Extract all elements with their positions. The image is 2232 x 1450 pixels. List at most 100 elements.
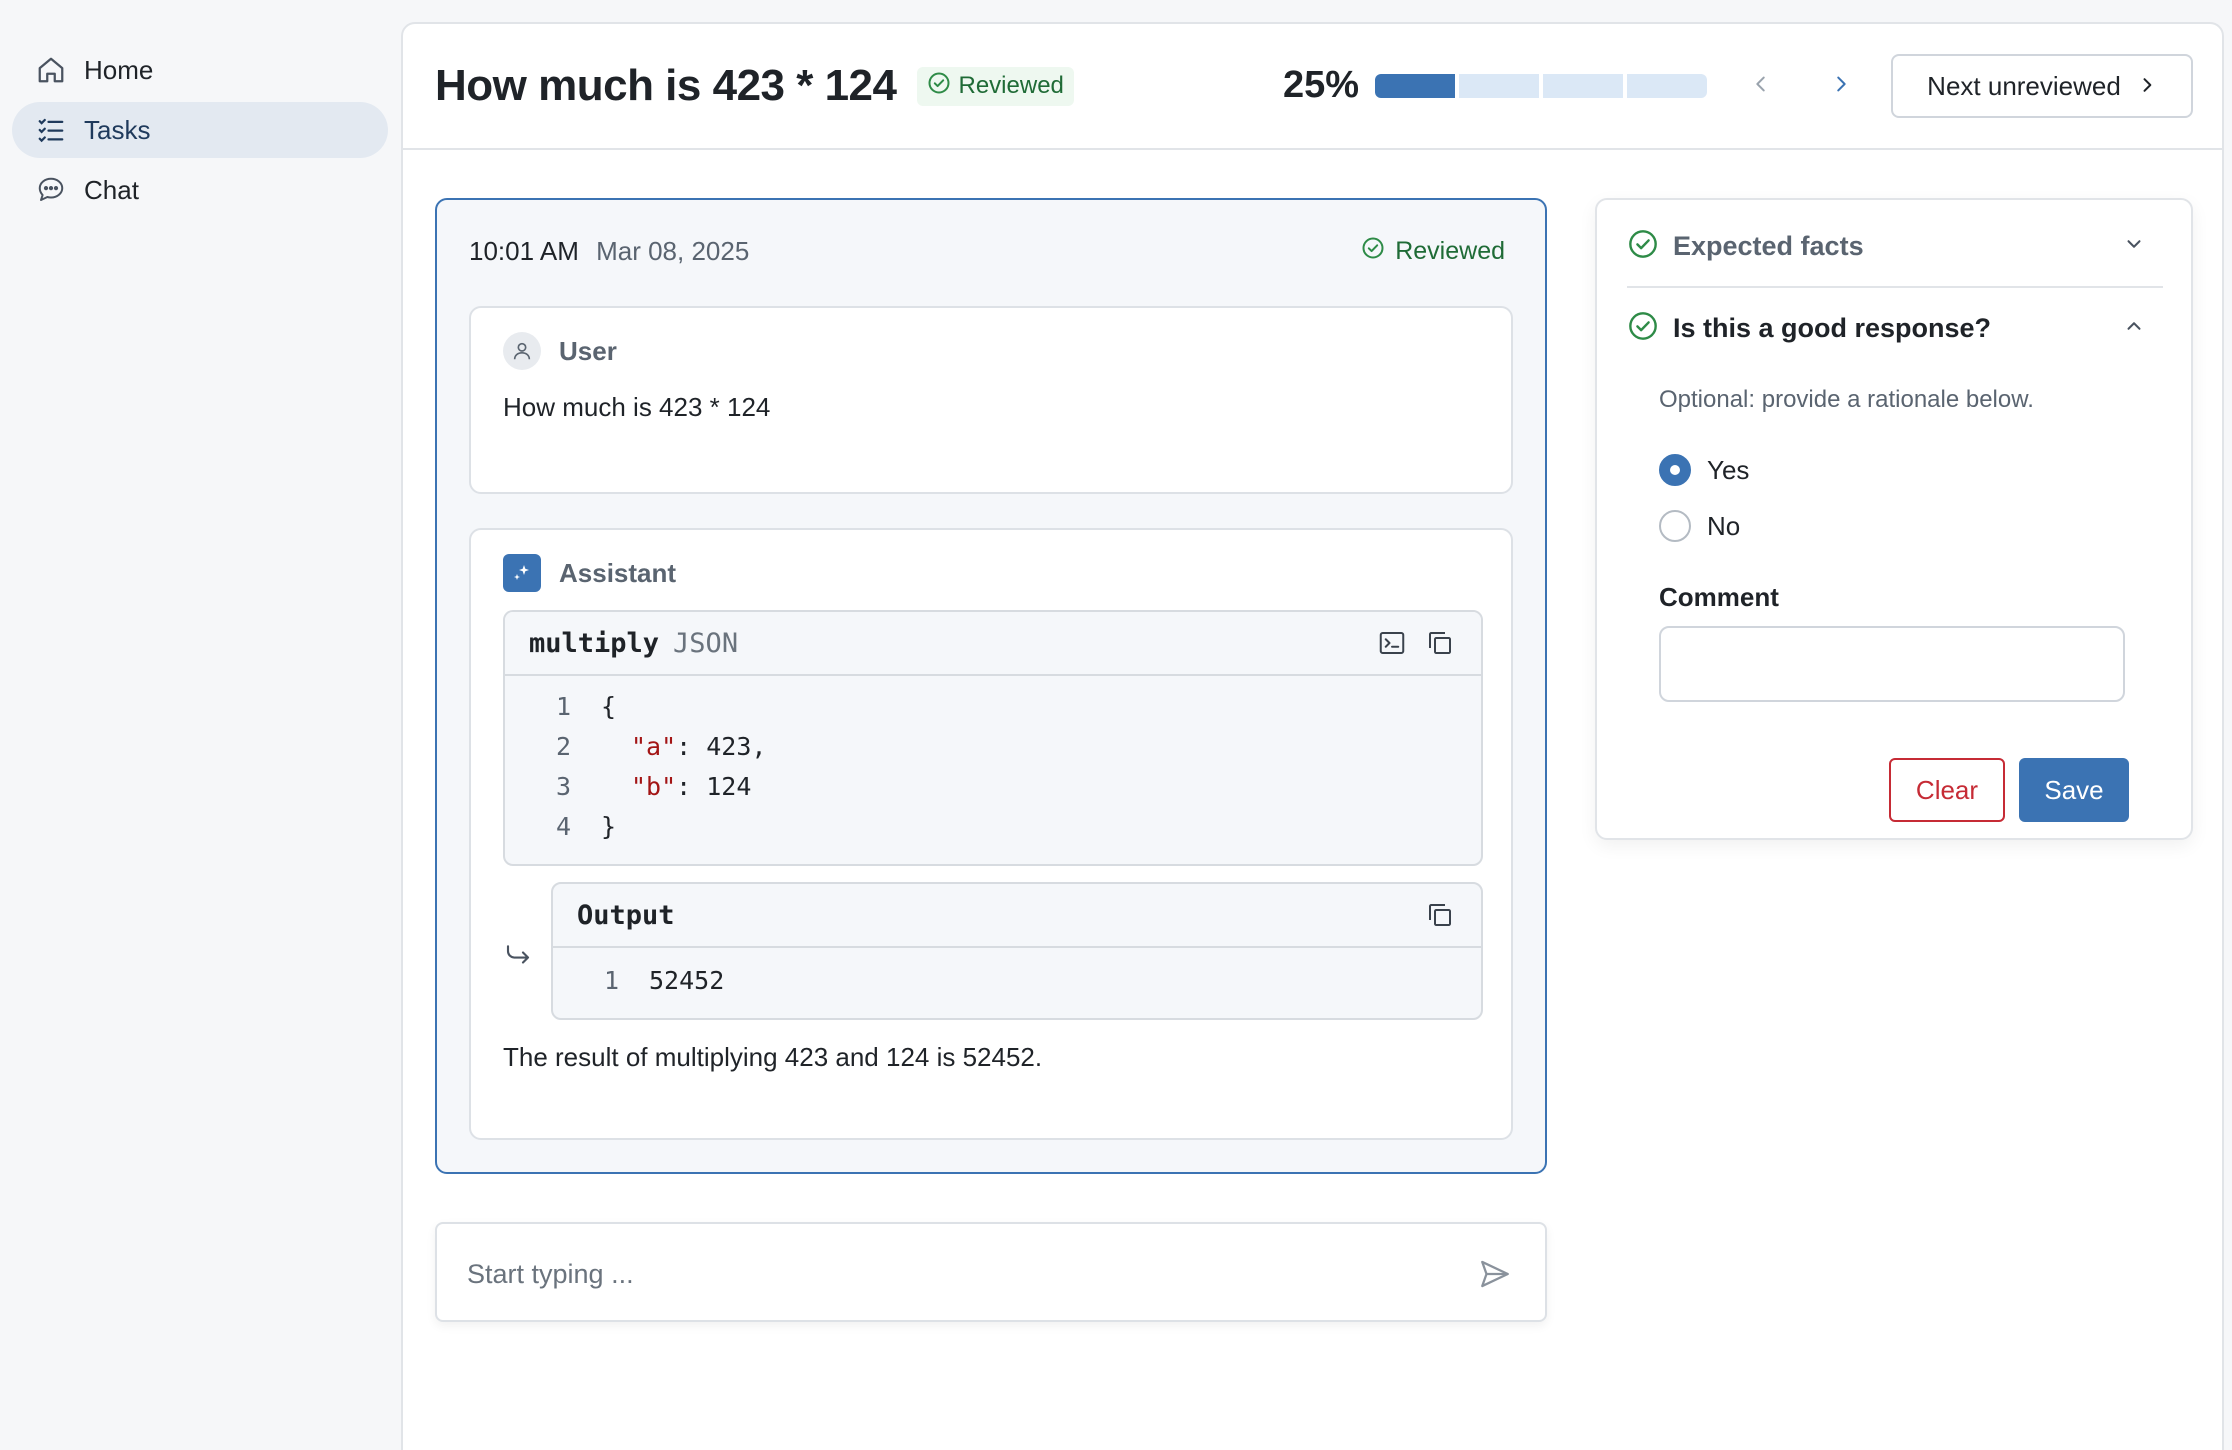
- progress-segment: [1627, 73, 1708, 98]
- assistant-message-text: The result of multiplying 423 and 124 is…: [503, 1042, 1043, 1072]
- accordion-expected-facts[interactable]: Expected facts: [1627, 206, 2163, 286]
- sparkle-icon: [503, 554, 541, 592]
- code-line: 4 }: [505, 806, 1481, 846]
- line-number: 3: [555, 771, 571, 801]
- send-icon[interactable]: [1475, 1254, 1515, 1294]
- return-arrow-icon: [503, 940, 533, 975]
- progress-segment: [1375, 73, 1456, 98]
- code-text: }: [601, 811, 617, 841]
- chevron-down-icon: [2123, 233, 2145, 260]
- user-message: User How much is 423 * 124: [469, 306, 1513, 494]
- chat-icon: [34, 173, 68, 207]
- radio-yes[interactable]: Yes: [1659, 454, 1749, 486]
- code-line: 1 {: [505, 686, 1481, 726]
- code-key: "b": [631, 771, 677, 801]
- check-circle-icon: [1361, 236, 1385, 267]
- good-response-title: Is this a good response?: [1673, 312, 1992, 343]
- code-line: 1 52452: [553, 960, 1481, 1000]
- rationale-hint: Optional: provide a rationale below.: [1659, 386, 2034, 413]
- task-header: How much is 423 * 124 Reviewed 25% Next …: [403, 24, 2222, 150]
- status-badge-label: Reviewed: [958, 72, 1064, 99]
- radio-label: No: [1707, 510, 1741, 541]
- sidebar-item-label: Home: [84, 54, 154, 85]
- user-role-header: User: [503, 332, 617, 370]
- chat-input-box: [435, 1222, 1547, 1322]
- status-badge: Reviewed: [916, 66, 1074, 106]
- conversation-timestamp: 10:01 AM Mar 08, 2025: [469, 236, 749, 267]
- radio-label: Yes: [1707, 454, 1750, 485]
- next-unreviewed-label: Next unreviewed: [1927, 70, 2121, 101]
- tool-name: multiply: [529, 627, 660, 659]
- home-icon: [34, 53, 68, 87]
- radio-no[interactable]: No: [1659, 510, 1740, 542]
- next-button[interactable]: [1821, 66, 1861, 106]
- main-panel: How much is 423 * 124 Reviewed 25% Next …: [401, 22, 2224, 1450]
- user-role-label: User: [559, 335, 617, 366]
- sidebar-item-label: Tasks: [84, 114, 151, 145]
- assistant-role-label: Assistant: [559, 557, 677, 588]
- line-number: 1: [603, 965, 619, 995]
- line-number: 1: [555, 691, 571, 721]
- terminal-icon[interactable]: [1375, 626, 1409, 660]
- chevron-right-icon: [2137, 71, 2157, 102]
- tool-call-header: multiply JSON: [505, 612, 1481, 676]
- progress-percent: 25%: [1283, 64, 1360, 106]
- conversation-card: 10:01 AM Mar 08, 2025 Reviewed User How …: [435, 198, 1547, 1174]
- tool-call-code: 1 { 2 "a" : 423, 3 "b" : 124 4}: [505, 676, 1481, 846]
- tool-output-header: Output: [553, 884, 1481, 948]
- sidebar-item-chat[interactable]: Chat: [12, 162, 388, 218]
- copy-icon[interactable]: [1423, 626, 1457, 660]
- clear-button[interactable]: Clear: [1889, 758, 2005, 822]
- assistant-role-header: Assistant: [503, 554, 676, 592]
- chevron-up-icon: [2123, 315, 2145, 342]
- user-message-text: How much is 423 * 124: [503, 392, 771, 422]
- next-unreviewed-button[interactable]: Next unreviewed: [1891, 54, 2193, 118]
- review-panel: Expected facts Is this a good response? …: [1595, 198, 2193, 840]
- tool-call-block: multiply JSON 1 {2 "a": 423, 3 "b": 1…: [503, 610, 1483, 866]
- check-circle-icon: [1627, 228, 1659, 265]
- code-value: : 423,: [676, 731, 767, 761]
- code-line: 2 "a" : 423,: [505, 726, 1481, 766]
- user-avatar-icon: [503, 332, 541, 370]
- code-text: 52452: [649, 965, 725, 995]
- conversation-date: Mar 08, 2025: [596, 236, 750, 266]
- sidebar-item-home[interactable]: Home: [12, 42, 388, 98]
- check-circle-icon: [927, 71, 951, 102]
- check-circle-icon: [1627, 310, 1659, 347]
- chat-input[interactable]: [467, 1252, 1427, 1296]
- page-title: How much is 423 * 124: [435, 61, 897, 110]
- progress-segment: [1459, 73, 1540, 98]
- sidebar: Home Tasks Chat: [0, 0, 400, 1450]
- assistant-message: Assistant multiply JSON 1 {2 "a": 423,…: [469, 528, 1513, 1140]
- conversation-time: 10:01 AM: [469, 236, 579, 266]
- tool-format: JSON: [673, 627, 739, 659]
- line-number: 4: [555, 811, 571, 841]
- conversation-status-label: Reviewed: [1395, 237, 1505, 265]
- tool-output-block: Output 1 52452: [551, 882, 1483, 1020]
- chevron-right-icon: [1830, 73, 1852, 100]
- radio-button[interactable]: [1659, 510, 1691, 542]
- save-button[interactable]: Save: [2019, 758, 2129, 822]
- progress: 25%: [1283, 64, 1708, 107]
- comment-field[interactable]: [1659, 626, 2125, 702]
- progress-segment: [1543, 73, 1624, 98]
- comment-label: Comment: [1659, 582, 1779, 612]
- tasks-icon: [34, 113, 68, 147]
- code-line: 3 "b" : 124: [505, 766, 1481, 806]
- sidebar-item-label: Chat: [84, 174, 139, 205]
- conversation-status-badge: Reviewed: [1361, 236, 1505, 267]
- sidebar-item-tasks[interactable]: Tasks: [12, 102, 388, 158]
- code-text: {: [601, 691, 617, 721]
- copy-icon[interactable]: [1423, 898, 1457, 932]
- expected-facts-title: Expected facts: [1673, 230, 1864, 261]
- accordion-good-response[interactable]: Is this a good response?: [1627, 288, 2163, 368]
- chevron-left-icon: [1750, 73, 1772, 100]
- radio-button[interactable]: [1659, 454, 1691, 486]
- line-number: 2: [555, 731, 571, 761]
- output-label: Output: [577, 899, 675, 931]
- tool-output-code: 1 52452: [553, 948, 1481, 1000]
- progress-bar: [1375, 73, 1708, 98]
- previous-button[interactable]: [1741, 66, 1781, 106]
- code-value: : 124: [676, 771, 752, 801]
- code-key: "a": [631, 731, 677, 761]
